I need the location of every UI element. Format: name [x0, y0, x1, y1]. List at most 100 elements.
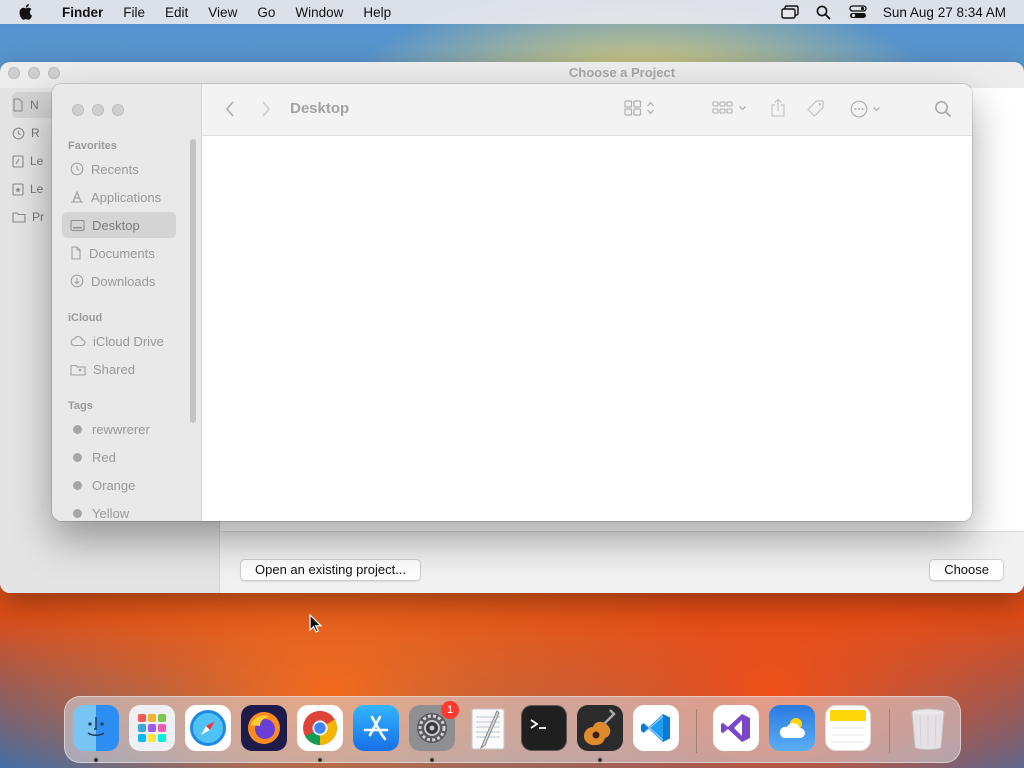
- tag-dot-icon: [73, 424, 82, 434]
- share-button[interactable]: [770, 98, 786, 118]
- menu-file[interactable]: File: [113, 5, 155, 20]
- dialog-sidebar-label: R: [31, 126, 40, 140]
- action-menu-button[interactable]: [850, 100, 881, 118]
- screen-mirroring-icon[interactable]: [773, 5, 807, 19]
- sidebar-item-applications[interactable]: Applications: [62, 184, 176, 210]
- menu-clock[interactable]: Sun Aug 27 8:34 AM: [875, 5, 1024, 20]
- sidebar-item-label: Orange: [92, 477, 136, 493]
- dialog-sidebar-label: Pr: [32, 210, 44, 224]
- dock-finder-icon[interactable]: [73, 705, 119, 751]
- sidebar-item-documents[interactable]: Documents: [62, 240, 176, 266]
- sidebar-item-icloud-drive[interactable]: iCloud Drive: [62, 328, 176, 354]
- minimize-button[interactable]: [92, 104, 104, 116]
- minimize-button[interactable]: [28, 67, 40, 79]
- menu-help[interactable]: Help: [353, 5, 401, 20]
- close-button[interactable]: [8, 67, 20, 79]
- section-icloud: iCloud: [68, 312, 103, 324]
- finder-sidebar: Favorites Recents Applications Desktop D…: [52, 84, 202, 521]
- menu-go[interactable]: Go: [247, 5, 285, 20]
- sidebar-item-label: iCloud Drive: [93, 333, 164, 349]
- open-existing-project-button[interactable]: Open an existing project...: [240, 559, 422, 581]
- desktop-icon: [70, 219, 85, 231]
- dock-launchpad-icon[interactable]: [129, 705, 175, 751]
- zoom-button[interactable]: [48, 67, 60, 79]
- dock-terminal-icon[interactable]: [521, 705, 567, 751]
- search-icon: [935, 101, 952, 118]
- section-favorites: Favorites: [68, 140, 117, 152]
- location-title: Desktop: [290, 100, 350, 117]
- dialog-sidebar-label: Le: [30, 154, 44, 168]
- download-icon: [70, 274, 84, 288]
- menu-bar: Finder File Edit View Go Window Help Sun…: [0, 0, 1024, 24]
- document-icon: [71, 246, 81, 260]
- grid-view-icon: [624, 100, 642, 116]
- share-icon: [771, 98, 785, 117]
- sidebar-item-label: Documents: [89, 245, 155, 261]
- search-button[interactable]: [934, 100, 952, 118]
- tag-dot-icon: [73, 508, 82, 518]
- clock-icon: [70, 162, 84, 176]
- tag-button[interactable]: [806, 99, 826, 119]
- sidebar-item-tag-red[interactable]: Red: [62, 444, 176, 470]
- running-indicator: [430, 758, 434, 762]
- dock-textedit-icon[interactable]: [465, 705, 511, 751]
- dock-separator: [889, 709, 890, 753]
- dialog-traffic-lights: [8, 67, 60, 79]
- dock-trash-icon[interactable]: [905, 705, 951, 751]
- menu-edit[interactable]: Edit: [155, 5, 198, 20]
- control-center-icon[interactable]: [841, 5, 875, 19]
- dock-chrome-icon[interactable]: [297, 705, 343, 751]
- sidebar-item-desktop[interactable]: Desktop: [62, 212, 176, 238]
- running-indicator: [318, 758, 322, 762]
- dock-firefox-icon[interactable]: [241, 705, 287, 751]
- sidebar-item-recents[interactable]: Recents: [62, 156, 176, 182]
- dock-garageband-icon[interactable]: [577, 705, 623, 751]
- dialog-sidebar-label: N: [30, 98, 39, 112]
- chevron-down-icon: [739, 106, 746, 111]
- dock-weather-icon[interactable]: [769, 705, 815, 751]
- spotlight-search-icon[interactable]: [807, 5, 841, 20]
- sidebar-item-tag-orange[interactable]: Orange: [62, 472, 176, 498]
- group-by-button[interactable]: [712, 100, 747, 116]
- dock-separator: [696, 709, 697, 753]
- sidebar-item-label: Downloads: [91, 273, 156, 289]
- menu-finder[interactable]: Finder: [52, 5, 113, 20]
- zoom-button[interactable]: [112, 104, 124, 116]
- apple-menu-icon[interactable]: [0, 0, 52, 24]
- tag-dot-icon: [73, 480, 82, 490]
- sidebar-item-shared[interactable]: Shared: [62, 356, 176, 382]
- finder-content-area[interactable]: [202, 136, 972, 521]
- sidebar-item-label: Applications: [91, 189, 162, 205]
- sidebar-item-tag-yellow[interactable]: Yellow: [62, 500, 176, 521]
- cloud-icon: [70, 336, 86, 347]
- dock-notes-icon[interactable]: [825, 705, 871, 751]
- dock-app-store-icon[interactable]: [353, 705, 399, 751]
- menu-view[interactable]: View: [198, 5, 247, 20]
- choose-button[interactable]: Choose: [929, 559, 1004, 581]
- sidebar-item-tag-rewwrerer[interactable]: rewwrerer: [62, 416, 176, 442]
- sidebar-item-label: rewwrerer: [92, 421, 150, 437]
- notification-badge: 1: [441, 701, 459, 719]
- ellipsis-circle-icon: [850, 100, 868, 118]
- sidebar-scrollbar[interactable]: [190, 139, 196, 423]
- sidebar-item-label: Desktop: [92, 217, 140, 233]
- dock: 1: [64, 696, 961, 763]
- dock-vscode-icon[interactable]: [633, 705, 679, 751]
- dock-system-settings-icon[interactable]: 1: [409, 701, 459, 751]
- chevron-left-icon: [225, 101, 234, 117]
- view-mode-button[interactable]: [624, 100, 655, 116]
- tag-dot-icon: [73, 452, 82, 462]
- close-button[interactable]: [72, 104, 84, 116]
- chevron-right-icon: [262, 101, 271, 117]
- dialog-sidebar-label: Le: [30, 182, 44, 196]
- sidebar-item-downloads[interactable]: Downloads: [62, 268, 176, 294]
- sidebar-item-label: Recents: [91, 161, 139, 177]
- finder-traffic-lights: [72, 104, 124, 116]
- sidebar-item-label: Shared: [93, 361, 135, 377]
- back-button[interactable]: [224, 100, 236, 118]
- dock-visual-studio-icon[interactable]: [713, 705, 759, 751]
- forward-button[interactable]: [260, 100, 272, 118]
- dialog-footer: Open an existing project... Choose: [220, 531, 1024, 593]
- dock-safari-icon[interactable]: [185, 705, 231, 751]
- menu-window[interactable]: Window: [285, 5, 353, 20]
